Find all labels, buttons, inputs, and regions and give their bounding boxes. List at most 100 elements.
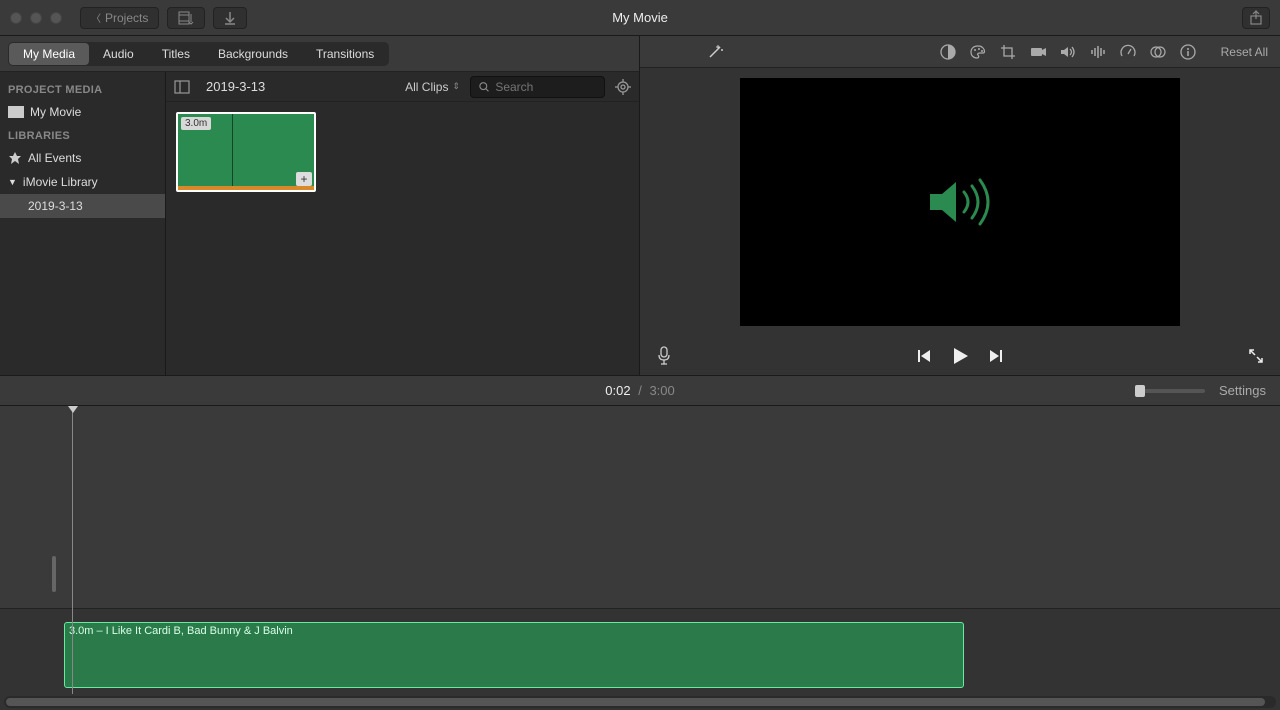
stabilization-button[interactable] — [1025, 39, 1051, 65]
import-media-button[interactable] — [167, 7, 205, 29]
time-display: 0:02 / 3:00 — [605, 383, 675, 398]
project-name: My Movie — [30, 105, 81, 119]
window-title: My Movie — [612, 10, 668, 25]
filmstrip-icon — [178, 11, 194, 25]
event-date-label: 2019-3-13 — [28, 199, 83, 213]
tab-backgrounds[interactable]: Backgrounds — [204, 43, 302, 65]
viewer-toolbar: Reset All — [640, 36, 1280, 68]
camera-icon — [1030, 45, 1046, 59]
disclosure-triangle-icon: ▼ — [8, 177, 17, 187]
crop-button[interactable] — [995, 39, 1021, 65]
share-icon — [1249, 10, 1263, 26]
voiceover-button[interactable] — [656, 346, 672, 366]
sidebar-toggle-icon[interactable] — [174, 80, 190, 94]
sidebar-event-item[interactable]: 2019-3-13 — [0, 194, 165, 218]
filter-label: All Clips — [405, 80, 448, 94]
library-sidebar: PROJECT MEDIA My Movie LIBRARIES All Eve… — [0, 72, 165, 375]
search-input[interactable] — [495, 80, 596, 94]
viewer-panel: Reset All — [640, 36, 1280, 375]
clip-browser: 2019-3-13 All Clips ⇕ — [165, 72, 639, 375]
all-events-label: All Events — [28, 151, 81, 165]
volume-icon — [1060, 45, 1076, 59]
gear-icon — [615, 79, 631, 95]
titlebar: 〈 Projects My Movie — [0, 0, 1280, 36]
enhance-button[interactable] — [702, 39, 728, 65]
timeline-scrollbar-thumb[interactable] — [6, 698, 1265, 706]
media-browser-panel: My Media Audio Titles Backgrounds Transi… — [0, 36, 640, 375]
libraries-header: LIBRARIES — [0, 124, 165, 146]
time-separator: / — [638, 383, 642, 398]
speedometer-icon — [1120, 44, 1136, 60]
noise-reduction-button[interactable] — [1085, 39, 1111, 65]
clip-filter-button[interactable] — [1145, 39, 1171, 65]
sidebar-imovie-library[interactable]: ▼ iMovie Library — [0, 170, 165, 194]
project-media-header: PROJECT MEDIA — [0, 78, 165, 100]
chevron-left-icon: 〈 — [91, 10, 101, 25]
media-clip-thumbnail[interactable]: 3.0m + — [176, 112, 316, 192]
minimize-window-button[interactable] — [30, 12, 42, 24]
maximize-window-button[interactable] — [50, 12, 62, 24]
viewer-controls — [640, 336, 1280, 375]
sidebar-all-events[interactable]: All Events — [0, 146, 165, 170]
add-clip-button[interactable]: + — [296, 172, 312, 186]
current-time: 0:02 — [605, 383, 630, 398]
color-balance-button[interactable] — [935, 39, 961, 65]
browser-content: 3.0m + — [166, 102, 639, 375]
tab-audio[interactable]: Audio — [89, 43, 148, 65]
star-icon — [8, 151, 22, 165]
search-box[interactable] — [470, 76, 605, 98]
previous-button[interactable] — [916, 348, 932, 364]
clip-duration-badge: 3.0m — [181, 117, 211, 130]
tab-transitions[interactable]: Transitions — [302, 43, 388, 65]
clip-skim-line — [232, 114, 233, 190]
microphone-icon — [656, 346, 672, 366]
audio-clip-label: 3.0m – I Like It Cardi B, Bad Bunny & J … — [69, 625, 293, 637]
window-controls — [10, 12, 62, 24]
clip-filter-dropdown[interactable]: All Clips ⇕ — [405, 80, 460, 94]
tab-my-media[interactable]: My Media — [9, 43, 89, 65]
timeline-header: 0:02 / 3:00 Settings — [0, 376, 1280, 406]
color-correction-button[interactable] — [965, 39, 991, 65]
fullscreen-icon — [1248, 348, 1264, 364]
tab-segmented-control: My Media Audio Titles Backgrounds Transi… — [8, 42, 389, 66]
updown-chevron-icon: ⇕ — [452, 81, 460, 92]
next-button[interactable] — [988, 348, 1004, 364]
search-icon — [479, 81, 489, 93]
timeline[interactable]: 3.0m – I Like It Cardi B, Bad Bunny & J … — [0, 406, 1280, 710]
timeline-video-track[interactable] — [0, 406, 1280, 608]
equalizer-icon — [1090, 45, 1106, 59]
zoom-slider-handle[interactable] — [1135, 385, 1145, 397]
projects-back-button[interactable]: 〈 Projects — [80, 7, 159, 29]
timeline-playhead[interactable] — [72, 406, 73, 694]
clapperboard-icon — [8, 106, 24, 118]
magic-wand-icon — [706, 43, 724, 61]
audio-speaker-icon — [920, 172, 1000, 232]
reset-all-button[interactable]: Reset All — [1221, 45, 1268, 59]
info-button[interactable] — [1175, 39, 1201, 65]
browser-settings-button[interactable] — [615, 79, 631, 95]
share-button[interactable] — [1242, 7, 1270, 29]
timeline-scrollbar[interactable] — [4, 696, 1276, 708]
info-icon — [1180, 44, 1196, 60]
sidebar-project-item[interactable]: My Movie — [0, 100, 165, 124]
play-button[interactable] — [950, 346, 970, 366]
volume-button[interactable] — [1055, 39, 1081, 65]
palette-icon — [969, 44, 987, 60]
imovie-library-label: iMovie Library — [23, 175, 98, 189]
skip-back-icon — [916, 348, 932, 364]
play-icon — [950, 346, 970, 366]
download-button[interactable] — [213, 7, 247, 29]
overlap-circles-icon — [1150, 45, 1166, 59]
viewer-screen — [640, 68, 1280, 336]
timeline-settings-button[interactable]: Settings — [1219, 383, 1266, 398]
skip-forward-icon — [988, 348, 1004, 364]
close-window-button[interactable] — [10, 12, 22, 24]
fullscreen-button[interactable] — [1248, 348, 1264, 364]
speed-button[interactable] — [1115, 39, 1141, 65]
viewer-canvas[interactable] — [740, 78, 1180, 326]
color-balance-icon — [940, 44, 956, 60]
tab-titles[interactable]: Titles — [148, 43, 204, 65]
timeline-audio-clip[interactable]: 3.0m – I Like It Cardi B, Bad Bunny & J … — [64, 622, 964, 688]
timeline-zoom-slider[interactable] — [1135, 389, 1205, 393]
browser-title: 2019-3-13 — [206, 79, 265, 94]
